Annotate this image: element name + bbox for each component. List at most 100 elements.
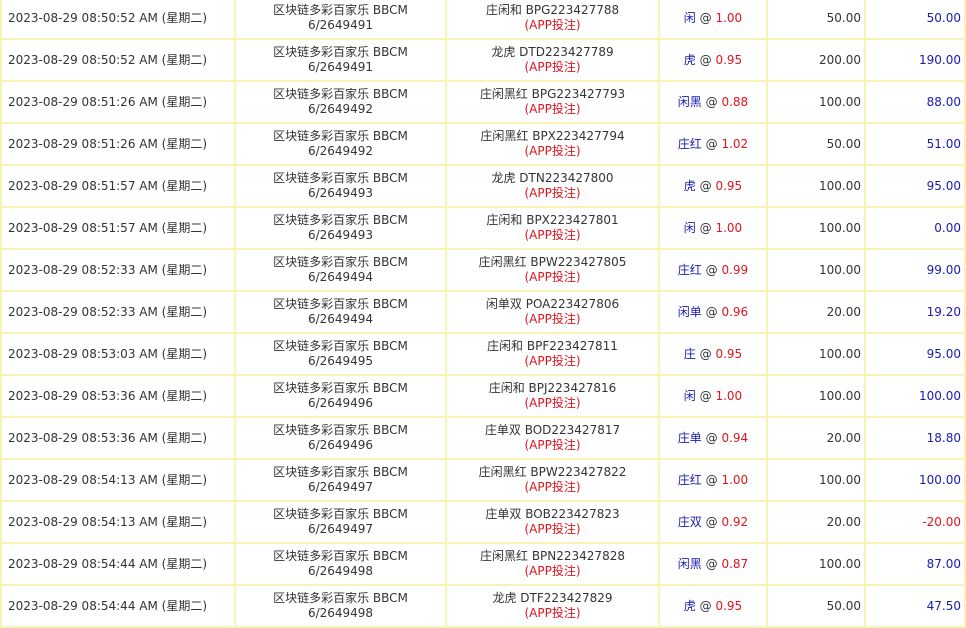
bet-odds: 1.00 — [715, 220, 743, 235]
selection-odds-cell: 庄单 @ 0.94 — [660, 418, 768, 460]
bet-odds: 0.87 — [721, 556, 749, 571]
bet-amount: 50.00 — [826, 136, 861, 151]
bet-selection: 闲 — [683, 10, 696, 25]
bet-odds: 0.96 — [721, 304, 749, 319]
bet-amount: 100.00 — [819, 556, 861, 571]
win-amount-cell: 0.00 — [866, 208, 966, 250]
bet-time-cell: 2023-08-29 08:54:44 AM (星期二) — [2, 544, 236, 586]
bet-type-id: 庄闲和 BPX223427801 — [486, 213, 619, 227]
bet-type-id: 庄闲和 BPJ223427816 — [488, 381, 617, 395]
bet-odds: 1.00 — [715, 10, 743, 25]
bet-selection: 虎 — [683, 598, 696, 613]
bet-type-id: 龙虎 DTN223427800 — [491, 171, 614, 185]
bet-selection: 庄红 — [677, 136, 702, 151]
bet-odds: 0.95 — [715, 178, 743, 193]
bet-time-cell: 2023-08-29 08:51:26 AM (星期二) — [2, 124, 236, 166]
bet-odds: 0.99 — [721, 262, 749, 277]
game-name: 区块链多彩百家乐 BBCM — [273, 213, 408, 227]
round-number: 6/2649498 — [307, 564, 374, 578]
at-symbol: @ — [699, 220, 712, 235]
bet-amount-cell: 100.00 — [768, 166, 866, 208]
source-tag: (APP投注) — [524, 606, 581, 620]
bet-time-cell: 2023-08-29 08:51:57 AM (星期二) — [2, 208, 236, 250]
game-name: 区块链多彩百家乐 BBCM — [273, 549, 408, 563]
table-row: 2023-08-29 08:54:44 AM (星期二) 区块链多彩百家乐 BB… — [2, 544, 966, 586]
at-symbol: @ — [705, 94, 718, 109]
source-tag: (APP投注) — [524, 102, 581, 116]
bet-selection: 庄 — [683, 346, 696, 361]
bet-selection: 虎 — [683, 178, 696, 193]
at-symbol: @ — [699, 346, 712, 361]
bet-time: 2023-08-29 08:53:36 AM (星期二) — [8, 430, 208, 445]
table-row: 2023-08-29 08:51:57 AM (星期二) 区块链多彩百家乐 BB… — [2, 166, 966, 208]
bet-time: 2023-08-29 08:54:44 AM (星期二) — [8, 556, 208, 571]
bet-amount: 20.00 — [826, 514, 861, 529]
bet-time: 2023-08-29 08:53:03 AM (星期二) — [8, 346, 208, 361]
bet-type-id: 庄闲黑红 BPN223427828 — [480, 549, 625, 563]
round-number: 6/2649497 — [307, 522, 374, 536]
at-symbol: @ — [705, 556, 718, 571]
at-symbol: @ — [705, 136, 718, 151]
bet-amount-cell: 100.00 — [768, 250, 866, 292]
bet-time: 2023-08-29 08:54:13 AM (星期二) — [8, 514, 208, 529]
table-row: 2023-08-29 08:53:36 AM (星期二) 区块链多彩百家乐 BB… — [2, 418, 966, 460]
source-tag: (APP投注) — [524, 480, 581, 494]
bet-odds: 0.92 — [721, 514, 749, 529]
bet-time: 2023-08-29 08:52:33 AM (星期二) — [8, 262, 208, 277]
bet-amount: 100.00 — [819, 472, 861, 487]
bet-time-cell: 2023-08-29 08:50:52 AM (星期二) — [2, 0, 236, 40]
bet-type-cell: 庄闲黑红 BPG223427793 (APP投注) — [447, 82, 660, 124]
bet-amount: 100.00 — [819, 178, 861, 193]
source-tag: (APP投注) — [524, 312, 581, 326]
round-number: 6/2649491 — [307, 60, 374, 74]
win-amount: 95.00 — [926, 346, 961, 361]
bet-time: 2023-08-29 08:50:52 AM (星期二) — [8, 52, 208, 67]
game-cell: 区块链多彩百家乐 BBCM 6/2649495 — [236, 334, 447, 376]
game-name: 区块链多彩百家乐 BBCM — [273, 465, 408, 479]
win-amount: 47.50 — [926, 598, 961, 613]
win-amount-cell: 190.00 — [866, 40, 966, 82]
bet-amount: 20.00 — [826, 304, 861, 319]
bet-type-id: 庄单双 BOB223427823 — [485, 507, 620, 521]
selection-odds-cell: 庄红 @ 1.00 — [660, 460, 768, 502]
bet-time: 2023-08-29 08:53:36 AM (星期二) — [8, 388, 208, 403]
game-name: 区块链多彩百家乐 BBCM — [273, 87, 408, 101]
win-amount: 100.00 — [919, 472, 961, 487]
bet-type-id: 庄单双 BOD223427817 — [484, 423, 621, 437]
selection-odds-cell: 闲 @ 1.00 — [660, 376, 768, 418]
selection-odds-cell: 庄红 @ 1.02 — [660, 124, 768, 166]
bet-odds: 0.94 — [721, 430, 749, 445]
bet-selection: 庄双 — [677, 514, 702, 529]
win-amount: -20.00 — [922, 514, 961, 529]
game-cell: 区块链多彩百家乐 BBCM 6/2649497 — [236, 460, 447, 502]
table-row: 2023-08-29 08:51:26 AM (星期二) 区块链多彩百家乐 BB… — [2, 124, 966, 166]
bet-amount: 100.00 — [819, 388, 861, 403]
bet-time-cell: 2023-08-29 08:53:36 AM (星期二) — [2, 418, 236, 460]
win-amount-cell: 88.00 — [866, 82, 966, 124]
at-symbol: @ — [705, 430, 718, 445]
bet-type-id: 庄闲和 BPF223427811 — [487, 339, 618, 353]
bet-type-id: 庄闲黑红 BPX223427794 — [480, 129, 625, 143]
round-number: 6/2649492 — [307, 144, 374, 158]
win-amount: 87.00 — [926, 556, 961, 571]
bet-amount-cell: 50.00 — [768, 0, 866, 40]
source-tag: (APP投注) — [524, 228, 581, 242]
bet-type-id: 庄闲黑红 BPW223427805 — [478, 255, 627, 269]
source-tag: (APP投注) — [524, 186, 581, 200]
bet-selection: 庄单 — [677, 430, 702, 445]
win-amount: 51.00 — [926, 136, 961, 151]
bet-time: 2023-08-29 08:54:44 AM (星期二) — [8, 598, 208, 613]
bet-type-cell: 庄闲黑红 BPW223427805 (APP投注) — [447, 250, 660, 292]
selection-odds-cell: 庄红 @ 0.99 — [660, 250, 768, 292]
win-amount-cell: 47.50 — [866, 586, 966, 628]
bet-time: 2023-08-29 08:51:57 AM (星期二) — [8, 220, 208, 235]
bet-selection: 庄红 — [677, 472, 702, 487]
game-cell: 区块链多彩百家乐 BBCM 6/2649492 — [236, 82, 447, 124]
bet-type-cell: 龙虎 DTN223427800 (APP投注) — [447, 166, 660, 208]
selection-odds-cell: 闲黑 @ 0.87 — [660, 544, 768, 586]
round-number: 6/2649492 — [307, 102, 374, 116]
bet-type-cell: 庄闲和 BPF223427811 (APP投注) — [447, 334, 660, 376]
table-row: 2023-08-29 08:52:33 AM (星期二) 区块链多彩百家乐 BB… — [2, 292, 966, 334]
win-amount: 19.20 — [926, 304, 961, 319]
game-cell: 区块链多彩百家乐 BBCM 6/2649493 — [236, 208, 447, 250]
